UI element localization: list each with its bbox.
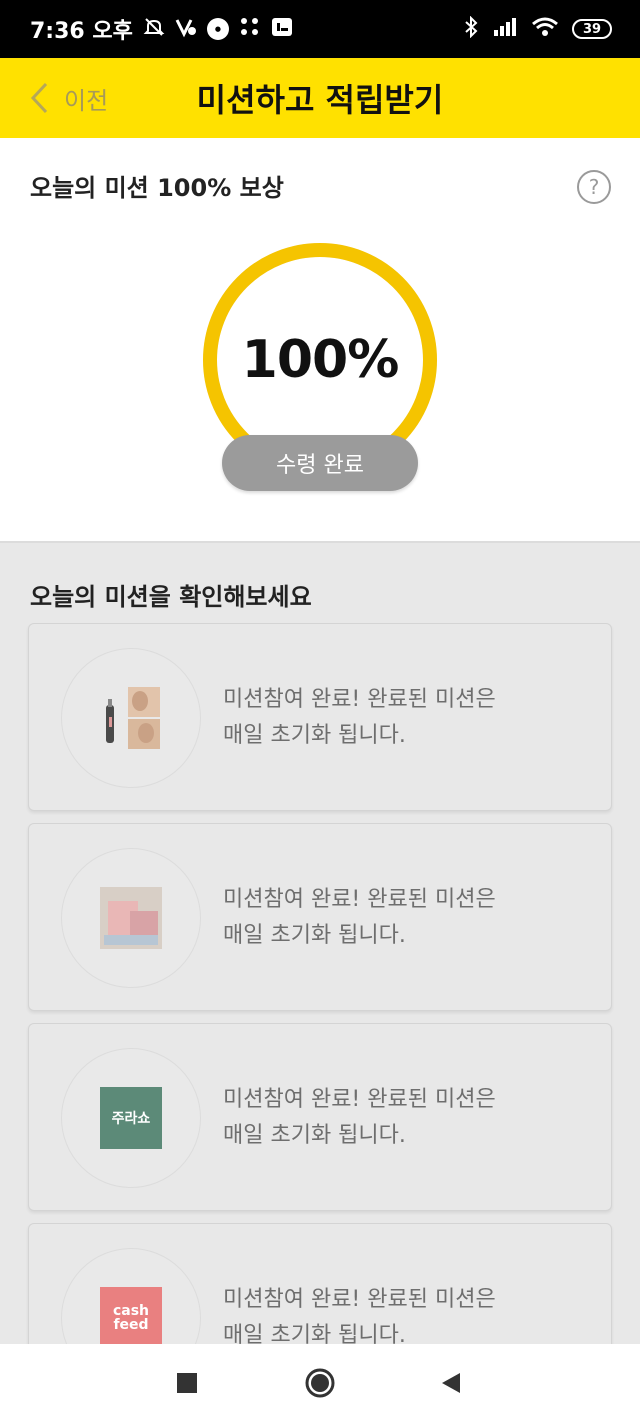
pink-fabric-product-image	[100, 887, 162, 949]
mission-reset-line: 매일 초기화 됩니다.	[223, 1123, 406, 1148]
status-bar: 7:36 오후 ● 39	[0, 0, 640, 58]
triangle-back-icon	[442, 1373, 460, 1393]
mission-thumb-frame	[61, 648, 201, 788]
circle-icon	[305, 1368, 335, 1398]
battery-icon: 39	[572, 19, 612, 39]
mission-thumb-frame	[61, 848, 201, 988]
mute-alarm-icon	[143, 16, 165, 42]
claim-complete-button[interactable]: 수령 완료	[222, 435, 418, 491]
missions-section-title: 오늘의 미션을 확인해보세요	[30, 583, 312, 611]
cashfeed-logo: cash feed	[100, 1287, 162, 1349]
mission-card[interactable]: 주라쇼 미션참여 완료! 완료된 미션은 매일 초기화 됩니다.	[28, 1023, 612, 1211]
wifi-icon	[532, 17, 558, 41]
mission-status-line: 미션참여 완료! 완료된 미션은	[223, 887, 496, 912]
bluetooth-icon	[464, 15, 478, 42]
status-right: 39	[464, 15, 612, 42]
page-title: 미션하고 적립받기	[196, 81, 444, 119]
mission-reset-line: 매일 초기화 됩니다.	[223, 923, 406, 948]
cashfeed-logo-text-1: cash	[112, 1303, 150, 1319]
jurasho-logo: 주라쇼	[100, 1087, 162, 1149]
signal-icon	[492, 17, 518, 41]
reward-title: 오늘의 미션 100% 보상	[30, 174, 284, 202]
square-icon	[177, 1373, 197, 1393]
mission-status-line: 미션참여 완료! 완료된 미션은	[223, 1287, 496, 1312]
system-navigation-bar	[0, 1344, 640, 1422]
help-icon[interactable]: ?	[577, 170, 611, 204]
mission-reset-line: 매일 초기화 됩니다.	[223, 723, 406, 748]
cashfeed-logo-text-2: feed	[113, 1317, 149, 1333]
foot-care-product-image	[100, 687, 162, 749]
mission-card[interactable]: 미션참여 완료! 완료된 미션은 매일 초기화 됩니다.	[28, 623, 612, 811]
notification-app-icon	[271, 16, 293, 42]
mission-thumb-frame: 주라쇼	[61, 1048, 201, 1188]
app-header: 이전 미션하고 적립받기	[0, 58, 640, 138]
apps-grid-icon	[239, 16, 261, 42]
reward-section: 오늘의 미션 100% 보상 ? 100% 수령 완료	[0, 138, 640, 543]
v-app-icon	[175, 16, 197, 42]
mission-text: 미션참여 완료! 완료된 미션은 매일 초기화 됩니다.	[223, 882, 583, 954]
recent-apps-button[interactable]	[170, 1366, 204, 1400]
mission-status-line: 미션참여 완료! 완료된 미션은	[223, 1087, 496, 1112]
status-left: 7:36 오후 ●	[30, 13, 293, 45]
back-nav-button[interactable]	[434, 1366, 468, 1400]
lock-app-icon: ●	[206, 18, 229, 40]
status-time: 7:36 오후	[30, 19, 133, 44]
home-button[interactable]	[303, 1366, 337, 1400]
mission-card[interactable]: 미션참여 완료! 완료된 미션은 매일 초기화 됩니다.	[28, 823, 612, 1011]
mission-text: 미션참여 완료! 완료된 미션은 매일 초기화 됩니다.	[223, 682, 583, 754]
mission-status-line: 미션참여 완료! 완료된 미션은	[223, 687, 496, 712]
mission-text: 미션참여 완료! 완료된 미션은 매일 초기화 됩니다.	[223, 1082, 583, 1154]
jurasho-logo-text: 주라쇼	[111, 1111, 151, 1127]
